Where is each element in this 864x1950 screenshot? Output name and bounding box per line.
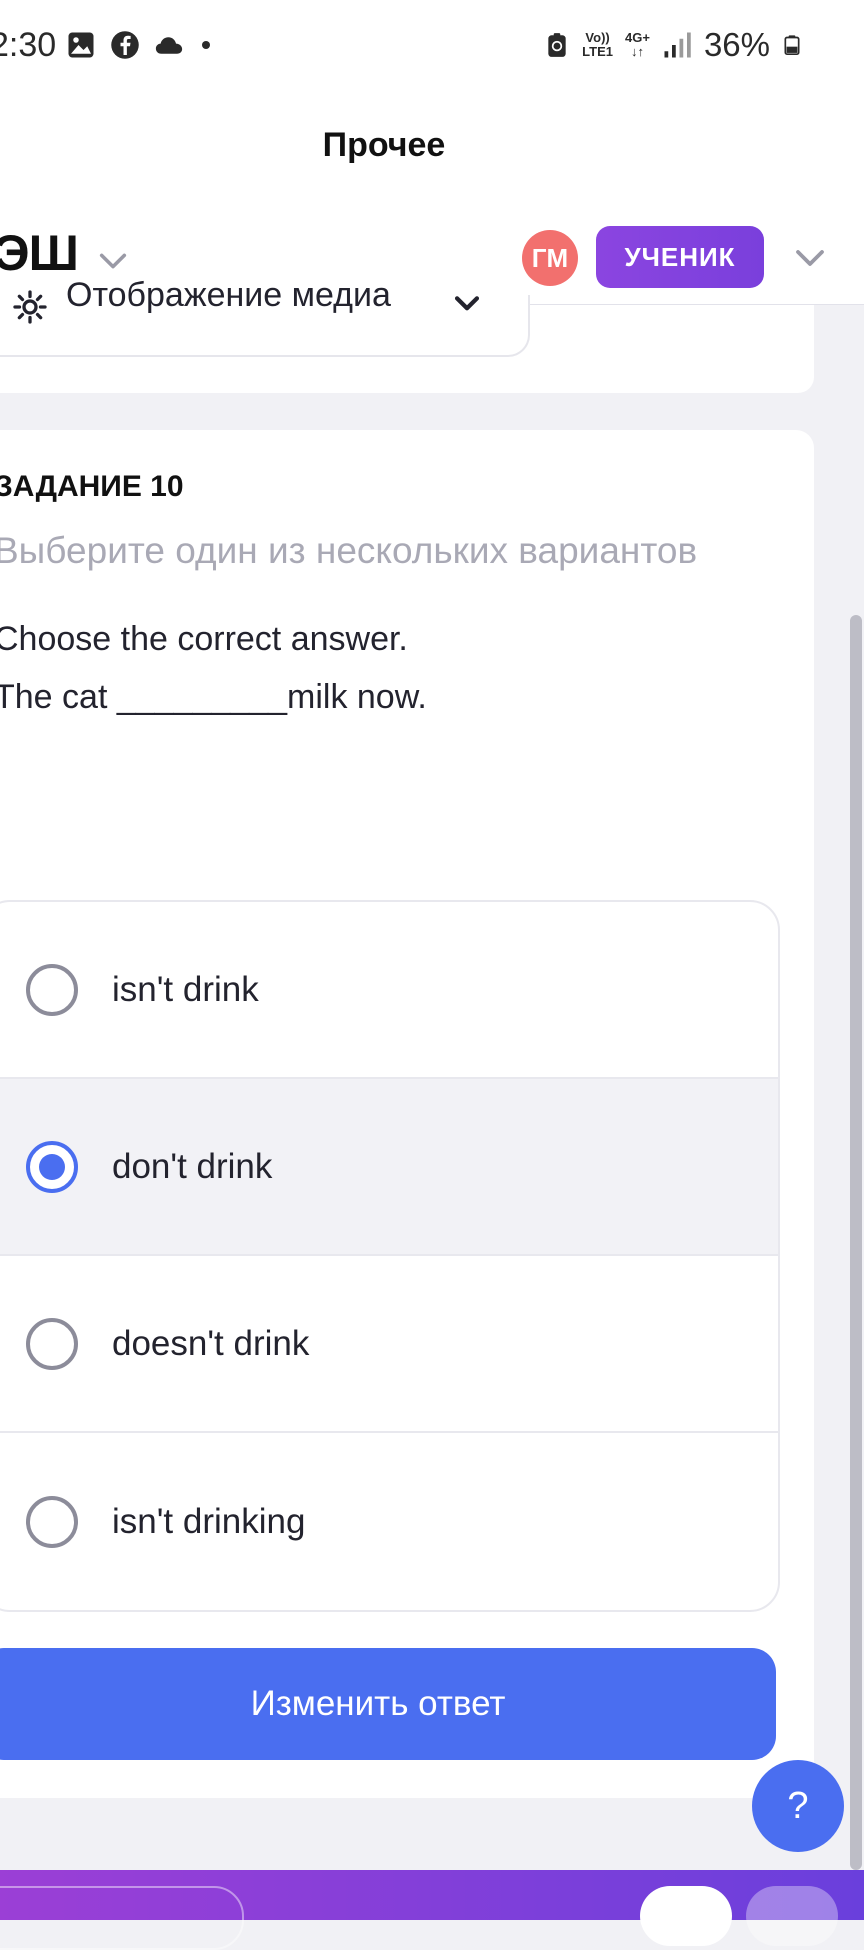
radio-button[interactable] [26,1317,78,1370]
previous-task-card: Отображение медиа [0,276,814,393]
answer-option-label: isn't drinking [112,1501,306,1541]
answer-option[interactable]: isn't drink [0,902,778,1079]
question-line: Choose the correct answer. [0,620,408,658]
facebook-icon [111,31,139,59]
chevron-down-icon[interactable] [96,244,130,278]
site-logo[interactable]: ЭШ [0,224,79,282]
media-display-toggle[interactable]: Отображение медиа [0,276,530,357]
help-button[interactable]: ? [752,1760,844,1852]
app-title-bar: Прочее [0,96,864,200]
radio-button[interactable] [26,1495,78,1548]
media-display-label: Отображение медиа [66,276,391,314]
answer-options: isn't drink don't drink doesn't drink is… [0,900,780,1612]
task-title: ЗАДАНИЕ 10 [0,470,184,503]
radio-button-selected[interactable] [26,1140,78,1193]
page-title: Прочее [322,126,446,164]
answer-option-label: don't drink [112,1146,273,1186]
battery-icon [784,35,800,55]
status-bar: 2:30 Vo)) LTE1 4G+ ↓↑ [0,0,864,96]
cloud-icon [155,37,183,54]
profile-chevron-down-icon[interactable] [792,240,828,276]
chevron-down-icon [454,296,480,311]
bottom-nav-pill[interactable] [0,1886,244,1950]
answer-option-selected[interactable]: don't drink [0,1079,778,1256]
change-answer-button[interactable]: Изменить ответ [0,1648,776,1760]
dot-icon [202,41,210,49]
gallery-icon [68,32,94,58]
bottom-bar [0,1870,864,1950]
avatar[interactable]: ГМ [522,230,578,286]
scrollbar-thumb[interactable] [850,615,862,1870]
battery-saver-icon [548,33,566,57]
answer-option-label: doesn't drink [112,1323,310,1363]
task-card: ЗАДАНИЕ 10 Выберите один из нескольких в… [0,430,814,1798]
status-icons-left [66,30,214,60]
data-type: 4G+ ↓↑ [625,30,650,59]
role-badge[interactable]: УЧЕНИК [596,226,764,288]
answer-option[interactable]: isn't drinking [0,1433,778,1610]
network-type: Vo)) LTE1 [582,30,613,59]
answer-option-label: isn't drink [112,969,259,1009]
bottom-nav-button[interactable] [746,1886,838,1946]
battery-level: 36% [703,26,770,63]
question-line: The cat _________milk now. [0,678,427,716]
bottom-nav-button[interactable] [640,1886,732,1946]
answer-option[interactable]: doesn't drink [0,1256,778,1433]
status-time: 2:30 [0,26,57,64]
signal-icon [664,32,691,58]
radio-button[interactable] [26,963,78,1016]
status-icons-right: Vo)) LTE1 4G+ ↓↑ 36% [544,26,802,64]
gear-icon [13,290,47,324]
task-subtitle: Выберите один из нескольких вариантов [0,530,698,571]
